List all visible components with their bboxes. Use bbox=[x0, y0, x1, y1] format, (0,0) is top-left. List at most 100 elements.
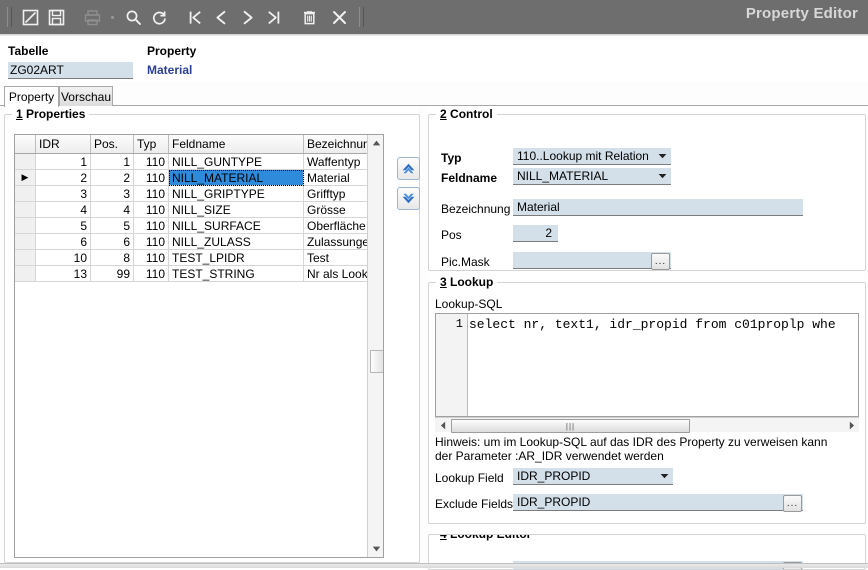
cell-pos[interactable]: 8 bbox=[90, 249, 134, 266]
last-record-icon[interactable] bbox=[262, 6, 284, 28]
cell-feldname[interactable]: NILL_GUNTYPE bbox=[168, 153, 304, 170]
cancel-icon[interactable] bbox=[328, 6, 350, 28]
feldname-combo-value: NILL_MATERIAL bbox=[517, 169, 609, 183]
cell-typ[interactable]: 110 bbox=[133, 233, 169, 250]
lookup-hint-line2: der Parameter :AR_IDR verwendet werden bbox=[435, 449, 664, 463]
cell-pos[interactable]: 4 bbox=[90, 201, 134, 218]
col-header-feldname[interactable]: Feldname bbox=[168, 135, 304, 154]
chevron-down-icon[interactable] bbox=[653, 168, 671, 184]
row-selector-cell[interactable] bbox=[15, 233, 36, 250]
refresh-icon[interactable] bbox=[148, 6, 170, 28]
properties-group-number: 1 bbox=[16, 107, 23, 121]
cell-typ[interactable]: 110 bbox=[133, 217, 169, 234]
sql-scroll-thumb[interactable]: ||| bbox=[451, 419, 690, 433]
tab-property[interactable]: Property bbox=[4, 86, 59, 107]
cell-pos[interactable]: 3 bbox=[90, 185, 134, 202]
cell-typ[interactable]: 110 bbox=[133, 185, 169, 202]
table-row[interactable]: 4 4 110 NILL_SIZE Grösse bbox=[15, 201, 383, 218]
bezeichnung-input[interactable]: Material bbox=[513, 199, 803, 216]
table-row[interactable]: 1399110TEST_STRINGNr als LookupField bbox=[15, 265, 383, 282]
delete-icon[interactable] bbox=[298, 6, 320, 28]
row-selector-cell[interactable] bbox=[15, 185, 36, 202]
cell-feldname[interactable]: TEST_LPIDR bbox=[168, 249, 304, 266]
scroll-left-icon[interactable] bbox=[435, 418, 450, 432]
sql-line-number: 1 bbox=[455, 317, 463, 331]
cell-typ[interactable]: 110 bbox=[133, 249, 169, 266]
properties-grid[interactable]: IDR Pos. Typ Feldname Bezeichnung 1 1 110 N… bbox=[14, 134, 384, 558]
lookup-sql-editor[interactable]: 1 select nr, text1, idr_propid from c01p… bbox=[435, 313, 859, 417]
lookup-field-combo[interactable]: IDR_PROPID bbox=[513, 468, 673, 485]
scroll-up-icon[interactable] bbox=[368, 135, 383, 151]
tab-vorschau[interactable]: Vorschau bbox=[59, 86, 113, 106]
cell-idr[interactable]: 1 bbox=[35, 153, 91, 170]
row-selector-cell[interactable] bbox=[15, 265, 36, 282]
row-selector-cell[interactable] bbox=[15, 217, 36, 234]
picmask-browse-button[interactable]: ... bbox=[651, 253, 670, 270]
cell-pos[interactable]: 6 bbox=[90, 233, 134, 250]
exclude-fields-input[interactable]: IDR_PROPID bbox=[513, 494, 803, 511]
edit-icon[interactable] bbox=[19, 6, 41, 28]
grid-scroll-thumb[interactable] bbox=[370, 350, 383, 373]
move-down-button[interactable] bbox=[397, 187, 420, 210]
table-row[interactable]: 1 1 110 NILL_GUNTYPE Waffentyp bbox=[15, 153, 383, 170]
previous-record-icon[interactable] bbox=[210, 6, 232, 28]
next-record-icon[interactable] bbox=[236, 6, 258, 28]
cell-feldname[interactable]: NILL_MATERIAL bbox=[168, 169, 304, 186]
cell-feldname[interactable]: NILL_SIZE bbox=[168, 201, 304, 218]
lookup-group: 3 Lookup Lookup-SQL 1 select nr, text1, … bbox=[428, 275, 866, 524]
cell-typ[interactable]: 110 bbox=[133, 265, 169, 282]
sql-horizontal-scrollbar[interactable]: ||| bbox=[435, 417, 859, 433]
row-selector-cell[interactable]: ▶ bbox=[15, 169, 36, 186]
cell-feldname[interactable]: TEST_STRING bbox=[168, 265, 304, 282]
cell-pos[interactable]: 2 bbox=[90, 169, 134, 186]
cell-feldname[interactable]: NILL_GRIPTYPE bbox=[168, 185, 304, 202]
search-icon[interactable] bbox=[122, 6, 144, 28]
col-header-pos[interactable]: Pos. bbox=[90, 135, 134, 154]
picmask-input[interactable] bbox=[513, 252, 671, 269]
cell-typ[interactable]: 110 bbox=[133, 201, 169, 218]
table-row[interactable]: ▶ 2 2 110 NILL_MATERIAL Material bbox=[15, 169, 383, 186]
feldname-combo[interactable]: NILL_MATERIAL bbox=[513, 168, 671, 185]
row-selector-cell[interactable] bbox=[15, 153, 36, 170]
cell-idr[interactable]: 10 bbox=[35, 249, 91, 266]
sql-text-content[interactable]: select nr, text1, idr_propid from c01pro… bbox=[469, 317, 858, 332]
scroll-down-icon[interactable] bbox=[368, 541, 383, 557]
cell-idr[interactable]: 5 bbox=[35, 217, 91, 234]
grid-vertical-scrollbar[interactable] bbox=[367, 135, 383, 557]
exclude-fields-browse-button[interactable]: ... bbox=[783, 495, 802, 512]
row-selector-cell[interactable] bbox=[15, 249, 36, 266]
table-row[interactable]: 5 5 110 NILL_SURFACE Oberfläche bbox=[15, 217, 383, 234]
col-header-idr[interactable]: IDR bbox=[35, 135, 91, 154]
lookup-field-label: Lookup Field bbox=[435, 471, 504, 485]
table-row[interactable]: 3 3 110 NILL_GRIPTYPE Grifftyp bbox=[15, 185, 383, 202]
cell-feldname[interactable]: NILL_SURFACE bbox=[168, 217, 304, 234]
table-row[interactable]: 10 8 110 TEST_LPIDR Test bbox=[15, 249, 383, 266]
cell-typ[interactable]: 110 bbox=[133, 169, 169, 186]
pos-input[interactable]: 2 bbox=[513, 225, 558, 242]
save-icon[interactable] bbox=[45, 6, 67, 28]
table-row[interactable]: 6 6 110 NILL_ZULASS Zulassungen bbox=[15, 233, 383, 250]
sql-line-number-gutter: 1 bbox=[436, 314, 468, 416]
cell-idr[interactable]: 6 bbox=[35, 233, 91, 250]
cell-feldname[interactable]: NILL_ZULASS bbox=[168, 233, 304, 250]
col-header-typ[interactable]: Typ bbox=[133, 135, 169, 154]
cell-idr[interactable]: 3 bbox=[35, 185, 91, 202]
scroll-right-icon[interactable] bbox=[844, 418, 859, 432]
cell-pos[interactable]: 5 bbox=[90, 217, 134, 234]
cell-pos[interactable]: 1 bbox=[90, 153, 134, 170]
move-up-button[interactable] bbox=[397, 157, 420, 180]
tabelle-input[interactable] bbox=[8, 62, 133, 79]
cell-idr[interactable]: 2 bbox=[35, 169, 91, 186]
print-icon[interactable] bbox=[81, 6, 103, 28]
bezeichnung-label: Bezeichnung bbox=[441, 202, 511, 216]
cell-typ[interactable]: 110 bbox=[133, 153, 169, 170]
chevron-down-icon[interactable] bbox=[655, 468, 673, 484]
typ-combo[interactable]: 110..Lookup mit Relation bbox=[513, 148, 671, 165]
cell-pos[interactable]: 99 bbox=[90, 265, 134, 282]
chevron-down-icon[interactable] bbox=[653, 148, 671, 164]
first-record-icon[interactable] bbox=[184, 6, 206, 28]
cell-idr[interactable]: 13 bbox=[35, 265, 91, 282]
typ-label: Typ bbox=[441, 151, 462, 165]
row-selector-cell[interactable] bbox=[15, 201, 36, 218]
cell-idr[interactable]: 4 bbox=[35, 201, 91, 218]
